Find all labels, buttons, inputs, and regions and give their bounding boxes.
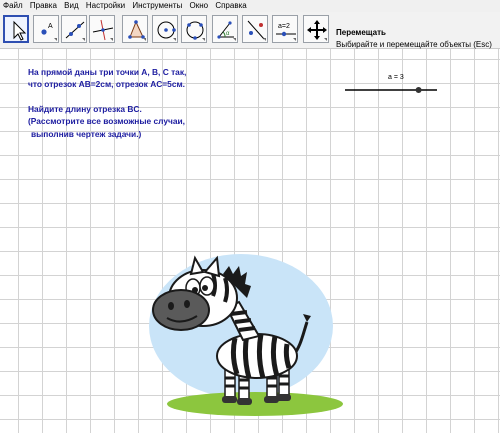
tool-perpendicular-button[interactable] [89,15,115,43]
problem-text: На прямой даны три точки A, B, C так, чт… [28,66,228,140]
selected-tool-title: Перемещать [336,28,386,37]
slider-a[interactable] [345,86,437,94]
menu-view[interactable]: Вид [64,0,78,12]
menu-window[interactable]: Окно [189,0,208,12]
selected-tool-description: Выбирайте и перемещайте объекты (Esc) [336,40,492,49]
tool-angle-label: α [226,31,230,37]
problem-line-3: Найдите длину отрезка BC. [28,103,142,114]
menu-tools[interactable]: Инструменты [132,0,182,12]
tool-move-view-button[interactable] [303,15,329,43]
toolbar: A α a=2 Перемещать Выбирайте и перемещай… [0,12,500,49]
tool-slider-label: a=2 [278,23,290,30]
slider-knob[interactable] [415,87,422,93]
arrow-cursor-icon [13,20,27,41]
problem-line-4: (Рассмотрите все возможные случаи, [28,116,186,127]
menu-bar: Файл Правка Вид Настройки Инструменты Ок… [0,0,500,12]
tool-angle-button[interactable]: α [212,15,238,43]
tool-reflect-button[interactable] [242,15,268,43]
tool-point-label: A [48,23,53,30]
menu-file[interactable]: Файл [3,0,23,12]
menu-settings[interactable]: Настройки [86,0,125,12]
tool-polygon-button[interactable] [122,15,148,43]
zebra-illustration [149,254,343,416]
tool-slider-button[interactable]: a=2 [272,15,298,43]
tool-move-button[interactable] [3,15,29,43]
slider-label: a = 3 [388,74,404,81]
menu-edit[interactable]: Правка [30,0,57,12]
problem-line-5: выполнив чертеж задачи.) [31,128,142,139]
tool-circle-three-points-button[interactable] [181,15,207,43]
tool-point-button[interactable]: A [33,15,59,43]
tool-circle-button[interactable] [152,15,178,43]
problem-line-2: что отрезок AB=2см, отрезок AC=5см. [28,79,186,90]
problem-line-1: На прямой даны три точки A, B, C так, [28,67,187,77]
tool-line-button[interactable] [61,15,87,43]
menu-help[interactable]: Справка [215,0,246,12]
